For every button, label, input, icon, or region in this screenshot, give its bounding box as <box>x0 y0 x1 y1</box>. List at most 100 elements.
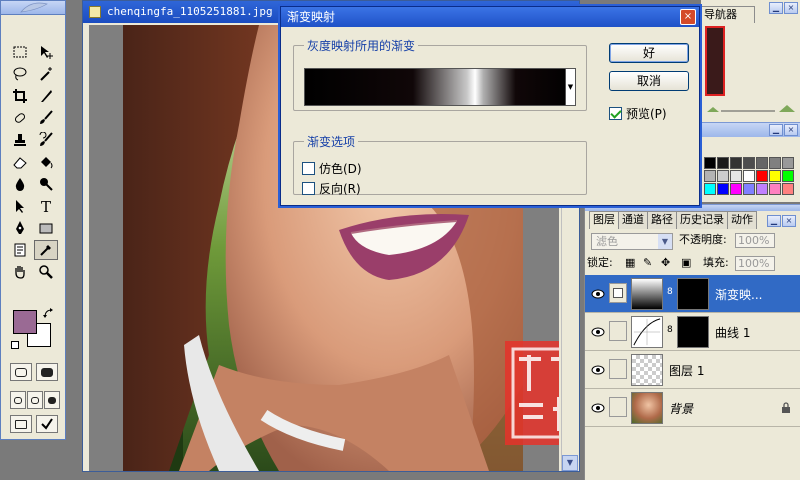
close-icon[interactable]: × <box>680 9 696 25</box>
hand-icon[interactable] <box>8 262 32 282</box>
screen-mode-full-menu-button[interactable] <box>27 391 43 409</box>
marquee-icon[interactable] <box>8 42 32 62</box>
opacity-field[interactable]: 100% <box>735 233 775 248</box>
color-swatch[interactable] <box>769 170 781 182</box>
zoom-icon[interactable] <box>34 262 58 282</box>
layer-row-layer1[interactable]: 图层 1 <box>585 351 800 389</box>
dither-checkbox[interactable]: 仿色(D) <box>302 160 362 177</box>
preview-checkbox-box[interactable] <box>609 107 622 120</box>
notes-icon[interactable] <box>8 240 32 260</box>
path-select-icon[interactable] <box>8 196 32 216</box>
layer-row-background[interactable]: 背景 <box>585 389 800 427</box>
type-icon[interactable]: T <box>34 196 58 216</box>
layer-link-box[interactable] <box>609 397 627 417</box>
scroll-down-arrow-icon[interactable]: ▼ <box>562 455 578 471</box>
panel-minimize-button[interactable]: ▁ <box>767 215 781 227</box>
tab-paths[interactable]: 路径 <box>647 211 677 229</box>
magic-wand-icon[interactable] <box>34 64 58 84</box>
color-swatch[interactable] <box>730 170 742 182</box>
eraser-icon[interactable] <box>8 152 32 172</box>
chevron-down-icon[interactable]: ▼ <box>565 69 575 105</box>
swap-colors-icon[interactable] <box>43 308 55 320</box>
toolbox-title-bar[interactable] <box>1 1 65 15</box>
screen-mode-full-button[interactable] <box>44 391 60 409</box>
cancel-button[interactable]: 取消 <box>609 71 689 91</box>
reverse-checkbox[interactable]: 反向(R) <box>302 180 361 197</box>
default-colors-icon[interactable] <box>11 341 19 349</box>
color-swatch[interactable] <box>756 157 768 169</box>
tab-channels[interactable]: 通道 <box>618 211 648 229</box>
dither-checkbox-box[interactable] <box>302 162 315 175</box>
fill-field[interactable]: 100% <box>735 256 775 271</box>
panel-close-button[interactable]: × <box>784 124 798 136</box>
color-swatch[interactable] <box>717 183 729 195</box>
layer-link-box[interactable] <box>609 321 627 341</box>
gradient-picker[interactable]: ▼ <box>304 68 576 106</box>
ok-button[interactable]: 好 <box>609 43 689 63</box>
lock-position-icon[interactable]: ✥ <box>661 254 670 272</box>
crop-icon[interactable] <box>8 86 32 106</box>
lock-image-icon[interactable]: ✎ <box>643 254 652 272</box>
eye-icon[interactable] <box>589 324 607 340</box>
panel-close-button[interactable]: × <box>784 2 798 14</box>
blur-icon[interactable] <box>8 174 32 194</box>
tab-actions[interactable]: 动作 <box>727 211 757 229</box>
standard-mode-button[interactable] <box>10 363 32 381</box>
pen-icon[interactable] <box>8 218 32 238</box>
color-swatch[interactable] <box>782 157 794 169</box>
color-swatch[interactable] <box>743 170 755 182</box>
color-swatch[interactable] <box>743 157 755 169</box>
layer-link-box[interactable] <box>609 283 627 303</box>
layer-row-gradient-map[interactable]: 8 渐变映... <box>585 275 800 313</box>
navigator-thumbnail[interactable] <box>705 26 725 96</box>
color-swatch[interactable] <box>730 157 742 169</box>
foreground-color-swatch[interactable] <box>13 310 37 334</box>
lock-all-icon[interactable]: ▣ <box>681 254 691 272</box>
color-swatch[interactable] <box>769 183 781 195</box>
lasso-icon[interactable] <box>8 64 32 84</box>
color-swatch[interactable] <box>730 183 742 195</box>
rectangle-icon[interactable] <box>34 218 58 238</box>
swatches-header[interactable]: ▁ × <box>700 123 800 137</box>
healing-brush-icon[interactable] <box>8 108 32 128</box>
color-swatch[interactable] <box>704 157 716 169</box>
panel-close-button[interactable]: × <box>782 215 796 227</box>
reverse-checkbox-box[interactable] <box>302 182 315 195</box>
preview-checkbox[interactable]: 预览(P) <box>609 105 667 122</box>
dialog-title-bar[interactable]: 渐变映射 × <box>281 7 699 27</box>
panel-minimize-button[interactable]: ▁ <box>769 124 783 136</box>
tab-history[interactable]: 历史记录 <box>676 211 728 229</box>
layer-link-box[interactable] <box>609 359 627 379</box>
color-swatch[interactable] <box>782 170 794 182</box>
color-swatch[interactable] <box>717 157 729 169</box>
navigator-zoom-slider[interactable] <box>705 102 797 116</box>
color-swatch[interactable] <box>704 170 716 182</box>
brush-icon[interactable] <box>34 108 58 128</box>
panel-minimize-button[interactable]: ▁ <box>769 2 783 14</box>
eye-icon[interactable] <box>589 400 607 416</box>
color-swatch[interactable] <box>743 183 755 195</box>
jump-to-imageready-button[interactable] <box>10 415 32 433</box>
history-brush-icon[interactable] <box>34 130 58 150</box>
layer-row-curves[interactable]: 8 曲线 1 <box>585 313 800 351</box>
paint-bucket-icon[interactable] <box>34 152 58 172</box>
blend-mode-select[interactable]: 滤色 ▼ <box>591 233 673 250</box>
lock-transparency-icon[interactable]: ▦ <box>625 254 635 272</box>
screen-mode-standard-button[interactable] <box>10 391 26 409</box>
quick-mask-button[interactable] <box>36 363 58 381</box>
slice-icon[interactable] <box>34 86 58 106</box>
color-swatch[interactable] <box>756 170 768 182</box>
color-swatch[interactable] <box>704 183 716 195</box>
tab-navigator[interactable]: 导航器 <box>701 6 755 23</box>
color-swatch[interactable] <box>717 170 729 182</box>
eye-icon[interactable] <box>589 286 607 302</box>
dodge-icon[interactable] <box>34 174 58 194</box>
tab-layers[interactable]: 图层 <box>589 211 619 229</box>
color-swatch[interactable] <box>782 183 794 195</box>
move-icon[interactable] <box>34 42 58 62</box>
clone-stamp-icon[interactable] <box>8 130 32 150</box>
eyedropper-icon[interactable] <box>34 240 58 260</box>
color-swatch[interactable] <box>756 183 768 195</box>
eye-icon[interactable] <box>589 362 607 378</box>
color-swatch[interactable] <box>769 157 781 169</box>
